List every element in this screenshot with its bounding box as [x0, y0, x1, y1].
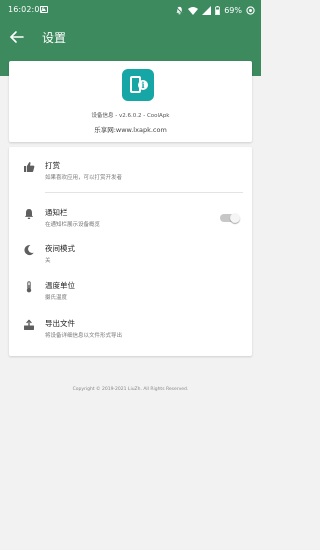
- bell-off-icon: [175, 6, 184, 14]
- settings-item-notification[interactable]: 通知栏 在通知栏展示设备概览: [9, 202, 252, 236]
- settings-item-subtitle: 关: [45, 258, 51, 264]
- battery-percent: 69%: [224, 5, 242, 15]
- battery-icon: [215, 5, 221, 15]
- app-version: 设备信息 - v2.6.0.2 - CoolApk: [91, 113, 170, 119]
- settings-item-title: 夜间模式: [45, 244, 75, 253]
- image-icon: [40, 6, 48, 13]
- settings-item-title: 通知栏: [45, 208, 68, 217]
- info-icon: i: [138, 80, 148, 90]
- settings-item-subtitle: 摄氏温度: [45, 295, 68, 301]
- sync-icon: [246, 5, 255, 15]
- app-bar: 设置: [0, 20, 261, 54]
- settings-item-title: 导出文件: [45, 319, 75, 328]
- app-info-card: i 设备信息 - v2.6.0.2 - CoolApk 乐享网:www.lxap…: [9, 61, 252, 142]
- status-bar: 16:02:07 69%: [0, 0, 261, 20]
- settings-item-donate[interactable]: 打赏 如果喜欢应用，可以打赏开发者: [9, 155, 252, 189]
- divider: [45, 192, 243, 193]
- signal-icon: [202, 5, 212, 15]
- settings-item-subtitle: 将设备详细信息以文件形式导出: [45, 333, 123, 339]
- page-title: 设置: [42, 31, 67, 45]
- settings-item-subtitle: 在通知栏展示设备概览: [45, 222, 101, 228]
- wifi-icon: [188, 6, 199, 15]
- moon-icon: [24, 245, 34, 256]
- arrow-left-icon[interactable]: [8, 28, 26, 46]
- settings-card: 打赏 如果喜欢应用，可以打赏开发者 通知栏 在通知栏展示设备概览 夜间模式 关 …: [9, 147, 252, 356]
- toggle-knob: [230, 213, 240, 223]
- app-logo: i: [122, 69, 154, 101]
- status-icons: 69%: [175, 4, 255, 16]
- app-site: 乐享网:www.lxapk.com: [94, 126, 167, 134]
- bell-icon: [24, 209, 34, 219]
- export-icon: [24, 319, 34, 330]
- settings-item-temperature[interactable]: 温度单位 摄氏温度: [9, 275, 252, 309]
- notification-toggle[interactable]: [220, 213, 240, 223]
- settings-item-subtitle: 如果喜欢应用，可以打赏开发者: [45, 175, 123, 181]
- thumb-up-icon: [24, 162, 35, 172]
- settings-item-night-mode[interactable]: 夜间模式 关: [9, 238, 252, 272]
- settings-item-export[interactable]: 导出文件 将设备详细信息以文件形式导出: [9, 313, 252, 347]
- copyright: Copyright © 2019-2021 LiuZh. All Rights …: [72, 387, 189, 392]
- settings-item-title: 打赏: [45, 161, 60, 170]
- thermometer-icon: [26, 281, 32, 293]
- settings-item-title: 温度单位: [45, 281, 75, 290]
